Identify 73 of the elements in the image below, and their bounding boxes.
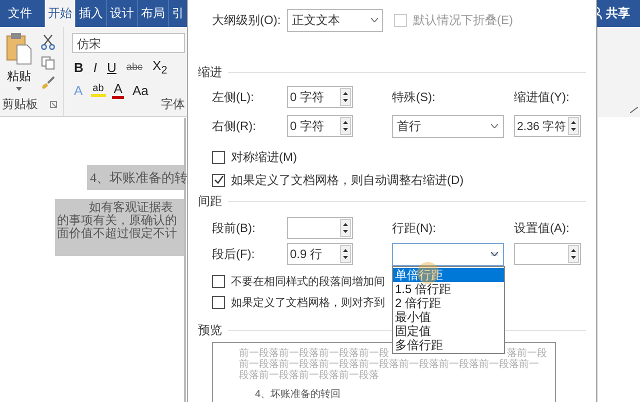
format-button[interactable]: I — [91, 60, 100, 74]
checkbox[interactable] — [212, 174, 225, 186]
field-label: 段前(B): — [212, 220, 256, 236]
spinner-field[interactable]: 2.36 字符 — [514, 115, 581, 137]
checkbox[interactable] — [212, 150, 225, 164]
preview-text: 落前一段 — [507, 348, 547, 359]
field-label: 段后(F): — [212, 246, 256, 262]
outline-level-select[interactable]: 正文文本 — [287, 8, 383, 32]
field-label: 左侧(L): — [212, 88, 255, 106]
preview-text: 前一段落前一段落前一段落前一段落前一段落前一段落前一段落前一 — [239, 359, 540, 370]
field-label: 特殊(S): — [392, 88, 436, 106]
document-text: 如有客观证据表 — [88, 201, 174, 214]
spinner-field[interactable] — [287, 217, 353, 239]
checkbox-label: 如果定义了文档网格，则自动调整右缩进(D) — [231, 172, 464, 188]
paste-icon[interactable] — [5, 32, 33, 66]
spinner-arrows-icon[interactable] — [340, 219, 351, 237]
dropdown-option[interactable]: 2 倍行距 — [393, 296, 504, 310]
field-label: 缩进值(Y): — [514, 88, 570, 106]
ribbon-tab[interactable]: 开始 — [45, 0, 76, 27]
spinner-field[interactable]: 0.9 行 — [287, 243, 353, 265]
spinner-arrows-icon[interactable] — [340, 245, 351, 263]
preview-text: 前一段落前一段落前一段落前一段 — [239, 348, 389, 359]
format-button[interactable]: U — [105, 60, 118, 74]
paste-label[interactable]: 粘贴 — [7, 68, 31, 85]
format-button[interactable]: B — [72, 60, 86, 74]
chevron-down-icon — [371, 18, 378, 22]
spinner-arrows-icon[interactable] — [340, 88, 351, 106]
preview-text: 段落前一段落前一段落前一段落 — [239, 370, 380, 381]
format-button[interactable]: X$_{2}$ — [150, 58, 170, 76]
spinner-arrows-icon[interactable] — [340, 117, 351, 135]
font-name-field[interactable]: 仿宋 — [72, 33, 185, 53]
dropdown-option[interactable]: 多倍行距 — [393, 338, 504, 352]
spinner-field[interactable] — [514, 243, 581, 265]
spinner-arrows-icon[interactable] — [568, 117, 579, 135]
copy-icon[interactable] — [41, 56, 55, 70]
collapse-icon[interactable] — [630, 107, 638, 113]
document-text: 面价值不超过假定不计 — [57, 227, 178, 240]
caret-icon[interactable] — [16, 87, 22, 91]
field-label: 行距(N): — [392, 220, 436, 236]
scissors-icon[interactable] — [41, 34, 55, 50]
checkbox[interactable] — [212, 296, 225, 308]
field-label: 大纲级别(O): — [212, 12, 282, 28]
chevron-down-icon — [491, 124, 498, 128]
spinner-arrows-icon[interactable] — [568, 245, 579, 263]
section-heading: 预览 — [198, 322, 222, 338]
brush-icon[interactable] — [41, 76, 55, 90]
checkbox-label: 如果定义了文档网格，则对齐到 — [231, 296, 385, 310]
share-button[interactable]: 共享 — [606, 5, 630, 22]
chevron-down-icon — [491, 252, 498, 256]
group-label: 剪贴板 — [2, 96, 38, 113]
launcher-icon[interactable] — [50, 101, 57, 108]
section-heading: 间距 — [198, 192, 222, 210]
spinner-field[interactable]: 0 字符 — [287, 115, 353, 137]
spinner-field[interactable]: 0 字符 — [287, 86, 353, 108]
checkbox-label: 默认情况下折叠(E) — [413, 12, 513, 28]
checkbox-label: 不要在相同样式的段落间增加间 — [231, 274, 385, 288]
dropdown-option[interactable]: 1.5 倍行距 — [393, 282, 504, 296]
special-select[interactable]: 首行 — [392, 114, 504, 138]
dropdown-option[interactable]: 最小值 — [393, 310, 504, 324]
format-button[interactable]: abc — [124, 62, 145, 72]
document-text: 的事项有关，原确认的 — [57, 214, 178, 227]
group-label: 字体 — [161, 96, 185, 113]
section-heading: 缩进 — [198, 64, 222, 80]
dropdown-option[interactable]: 固定值 — [393, 324, 504, 338]
field-label: 设置值(A): — [514, 220, 570, 236]
checkbox-label: 对称缩进(M) — [231, 148, 297, 166]
format-button[interactable]: ab — [90, 83, 106, 97]
preview-heading: 4、坏账准备的转回 — [255, 389, 342, 400]
format-button[interactable]: A — [112, 81, 124, 99]
ribbon-tab[interactable]: 引 — [169, 0, 187, 27]
field-label: 右侧(R): — [212, 118, 257, 134]
format-button[interactable]: Aa — [130, 82, 150, 98]
checkbox[interactable] — [212, 274, 225, 288]
